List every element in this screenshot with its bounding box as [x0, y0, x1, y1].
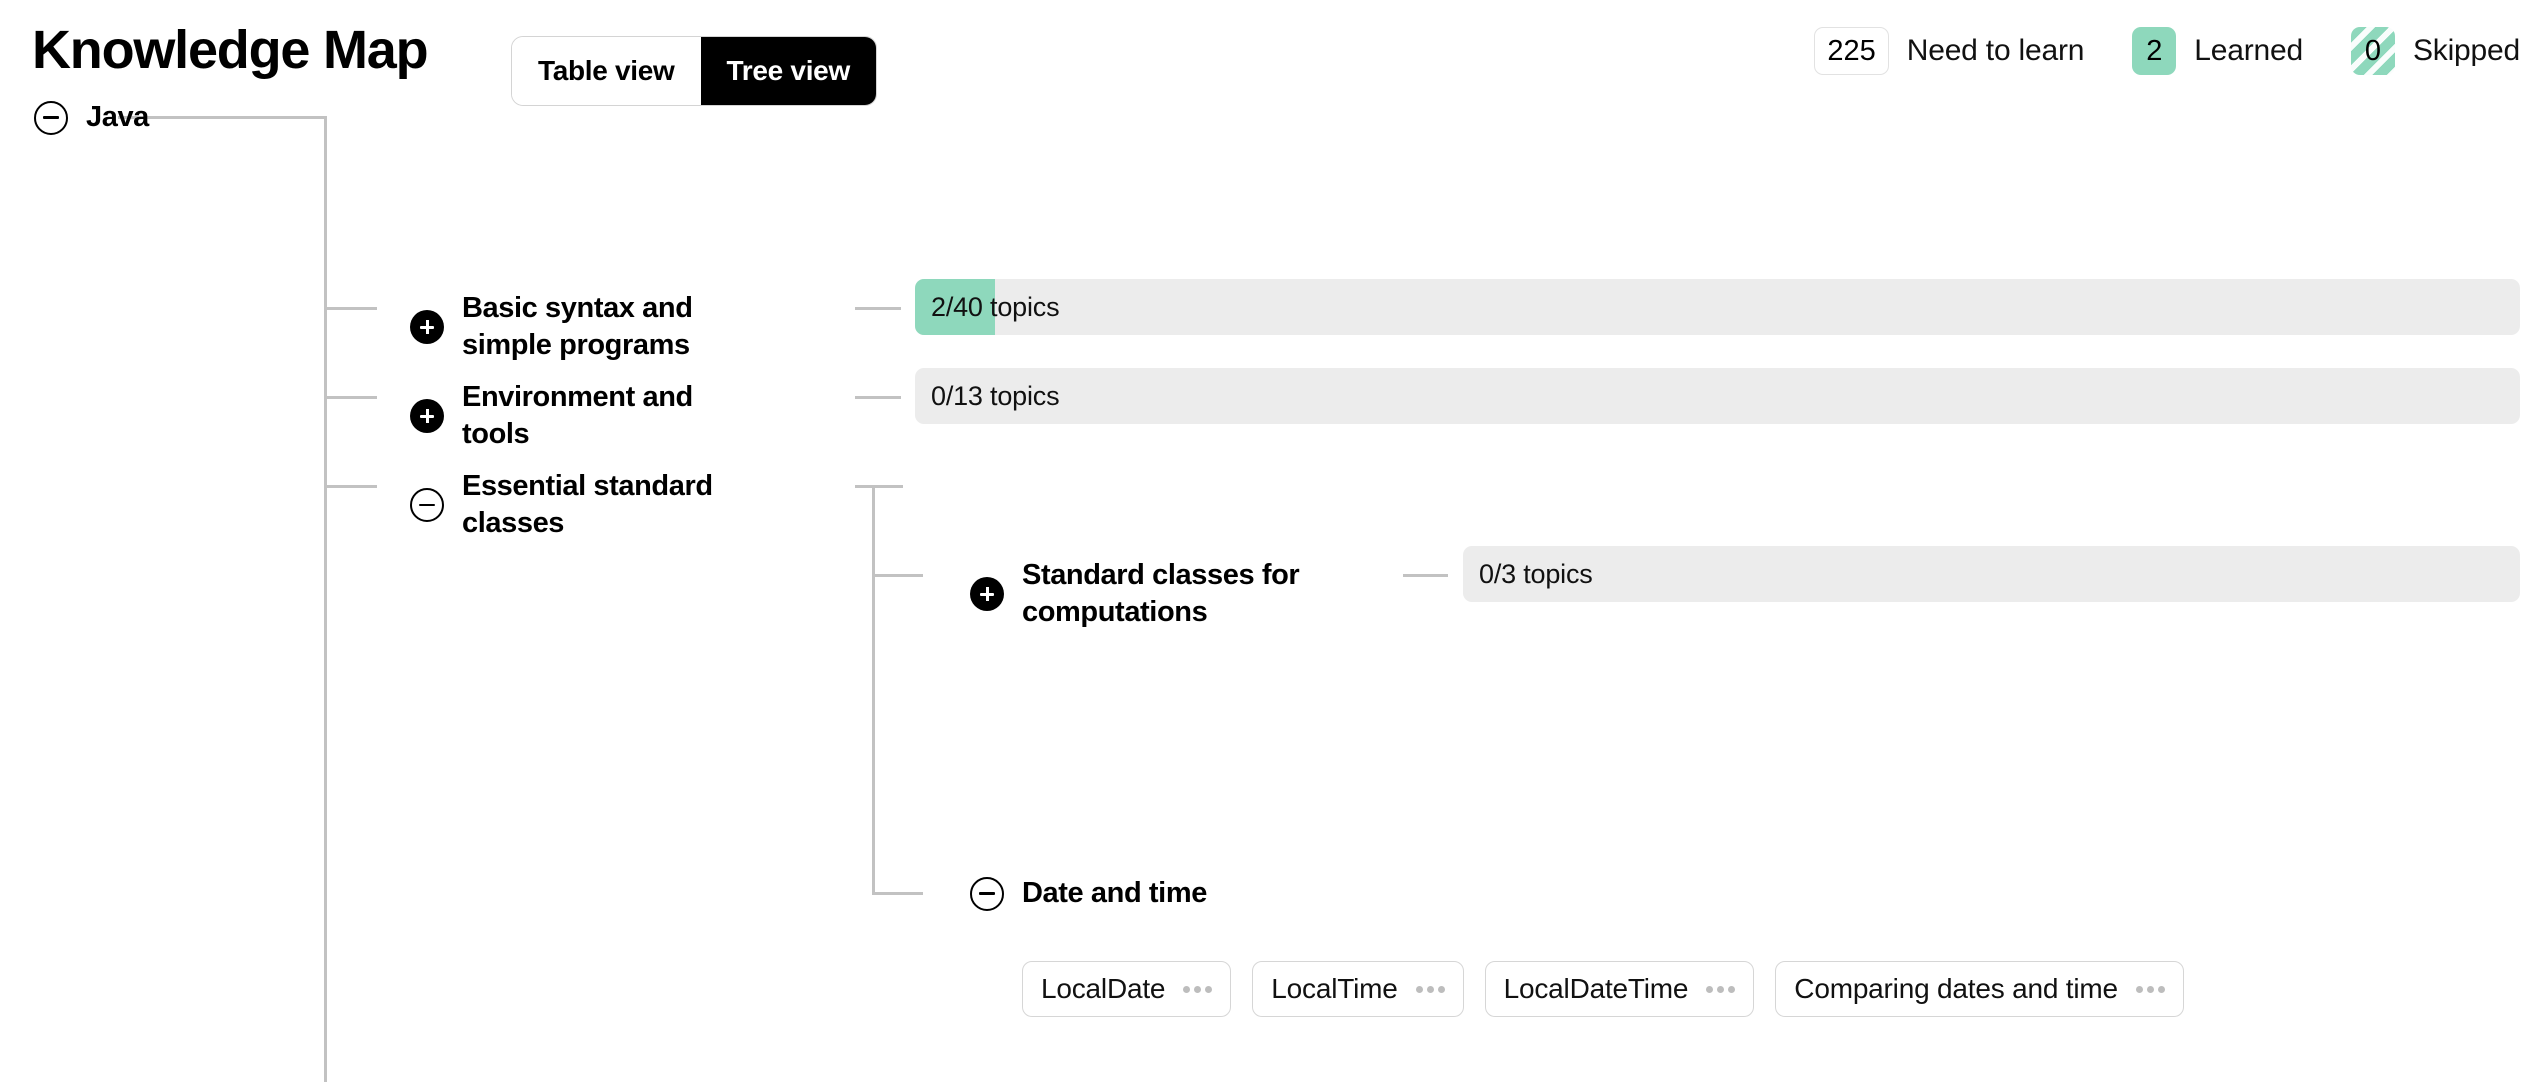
topic-chip-label: LocalTime [1271, 973, 1398, 1004]
stat-learned: 2 Learned [2132, 27, 2303, 75]
tree-node-date-and-time[interactable]: Date and time [970, 875, 1207, 912]
topic-chip-comparing-dates-and-time[interactable]: Comparing dates and time [1775, 961, 2184, 1017]
tree-node-basic-syntax[interactable]: Basic syntax and simple programs [410, 290, 830, 364]
plus-circle-icon[interactable] [410, 399, 444, 433]
connector-branch-essential [324, 485, 377, 488]
connector-branch-environment [324, 396, 377, 399]
ellipsis-dot [2135, 985, 2143, 993]
progress-bar-basic-syntax[interactable]: 2/40 topics [915, 279, 2520, 335]
stat-label-learned: Learned [2194, 34, 2303, 67]
ellipsis-dot [1437, 985, 1445, 993]
progress-bar-standard-classes-for-computations[interactable]: 0/3 topics [1463, 546, 2520, 602]
ellipsis-dot [1728, 985, 1736, 993]
ellipsis-icon[interactable] [1415, 985, 1445, 993]
minus-circle-icon[interactable] [34, 100, 68, 135]
tree-node-standard-classes-for-computations[interactable]: Standard classes for computations [970, 557, 1390, 631]
plus-glyph-vertical [425, 320, 429, 334]
stats-summary: 225 Need to learn 2 Learned 0 Skipped [1814, 20, 2520, 82]
view-mode-toggle: Table view Tree view [511, 36, 877, 106]
tree-node-label-basic-syntax: Basic syntax and simple programs [462, 292, 693, 361]
progress-bar-environment-and-tools[interactable]: 0/13 topics [915, 368, 2520, 424]
ellipsis-dot [1717, 985, 1725, 993]
tree-node-java[interactable]: Java [34, 99, 149, 136]
topic-chip-localdatetime[interactable]: LocalDateTime [1484, 961, 1755, 1017]
topic-chip-list: LocalDate LocalTime LocalDateTime Compar… [1022, 961, 2184, 1017]
status-badge-skipped: 0 [2350, 27, 2395, 75]
page-header: Knowledge Map Table view Tree view 225 N… [0, 0, 2548, 110]
ellipsis-icon[interactable] [1706, 985, 1736, 993]
progress-label-basic-syntax: 2/40 topics [931, 291, 1060, 322]
minus-glyph [979, 892, 995, 895]
minus-glyph [43, 116, 59, 119]
progress-label-standard-classes-for-computations: 0/3 topics [1479, 558, 1593, 589]
knowledge-tree: Java Basic syntax and simple programs 2/… [0, 100, 2548, 1082]
minus-circle-icon[interactable] [970, 876, 1004, 911]
ellipsis-dot [2157, 985, 2165, 993]
knowledge-map-page: Knowledge Map Table view Tree view 225 N… [0, 0, 2548, 1082]
stat-skipped: 0 Skipped [2350, 27, 2520, 75]
connector-progress-environment [855, 396, 901, 399]
stat-need-to-learn: 225 Need to learn [1814, 27, 2084, 75]
tree-node-label-essential-standard-classes: Essential standard classes [462, 470, 713, 539]
minus-circle-icon[interactable] [410, 488, 444, 522]
tree-node-label-java: Java [86, 101, 149, 133]
plus-circle-icon[interactable] [410, 310, 444, 344]
toggle-java[interactable] [34, 100, 68, 135]
topic-chip-label: Comparing dates and time [1794, 973, 2118, 1004]
ellipsis-dot [1706, 985, 1714, 993]
status-badge-learned: 2 [2132, 27, 2177, 75]
ellipsis-dot [2146, 985, 2154, 993]
tab-table-view[interactable]: Table view [512, 37, 701, 105]
tree-node-environment-and-tools[interactable]: Environment and tools [410, 379, 830, 453]
plus-glyph-vertical [985, 587, 989, 601]
plus-glyph-vertical [425, 409, 429, 423]
ellipsis-dot [1205, 985, 1213, 993]
toggle-date-and-time[interactable] [970, 876, 1004, 911]
stat-label-need-to-learn: Need to learn [1906, 34, 2085, 67]
tree-node-essential-standard-classes[interactable]: Essential standard classes [410, 468, 840, 542]
connector-root-horizontal [118, 116, 327, 119]
tab-tree-view[interactable]: Tree view [700, 37, 876, 105]
ellipsis-icon[interactable] [1183, 985, 1213, 993]
toggle-basic-syntax[interactable] [410, 310, 444, 344]
ellipsis-icon[interactable] [2135, 985, 2165, 993]
topic-chip-localtime[interactable]: LocalTime [1252, 961, 1464, 1017]
connector-trunk-level2 [324, 116, 327, 1082]
stat-label-skipped: Skipped [2412, 34, 2520, 67]
ellipsis-dot [1426, 985, 1434, 993]
connector-branch-date-and-time [872, 892, 923, 895]
ellipsis-dot [1415, 985, 1423, 993]
page-title: Knowledge Map [32, 20, 429, 80]
ellipsis-dot [1183, 985, 1191, 993]
connector-progress-basic-syntax [855, 307, 901, 310]
toggle-environment-and-tools[interactable] [410, 399, 444, 433]
tree-node-label-environment-and-tools: Environment and tools [462, 381, 693, 450]
connector-branch-basic-syntax [324, 307, 377, 310]
progress-label-environment-and-tools: 0/13 topics [931, 380, 1060, 411]
minus-glyph [419, 503, 435, 507]
connector-branch-standard-classes [872, 574, 923, 577]
connector-trunk-level3 [872, 485, 875, 895]
toggle-essential-standard-classes[interactable] [410, 488, 444, 522]
ellipsis-dot [1194, 985, 1202, 993]
connector-progress-standard-classes [1403, 574, 1448, 577]
topic-chip-label: LocalDate [1041, 973, 1166, 1004]
status-badge-need-to-learn: 225 [1814, 27, 1889, 75]
tree-node-label-standard-classes-for-computations: Standard classes for computations [1022, 559, 1300, 628]
plus-circle-icon[interactable] [970, 577, 1004, 611]
connector-essential-horizontal [855, 485, 903, 488]
topic-chip-label: LocalDateTime [1503, 973, 1689, 1004]
topic-chip-localdate[interactable]: LocalDate [1022, 961, 1232, 1017]
toggle-standard-classes-for-computations[interactable] [970, 577, 1004, 611]
tree-node-label-date-and-time: Date and time [1022, 877, 1207, 909]
